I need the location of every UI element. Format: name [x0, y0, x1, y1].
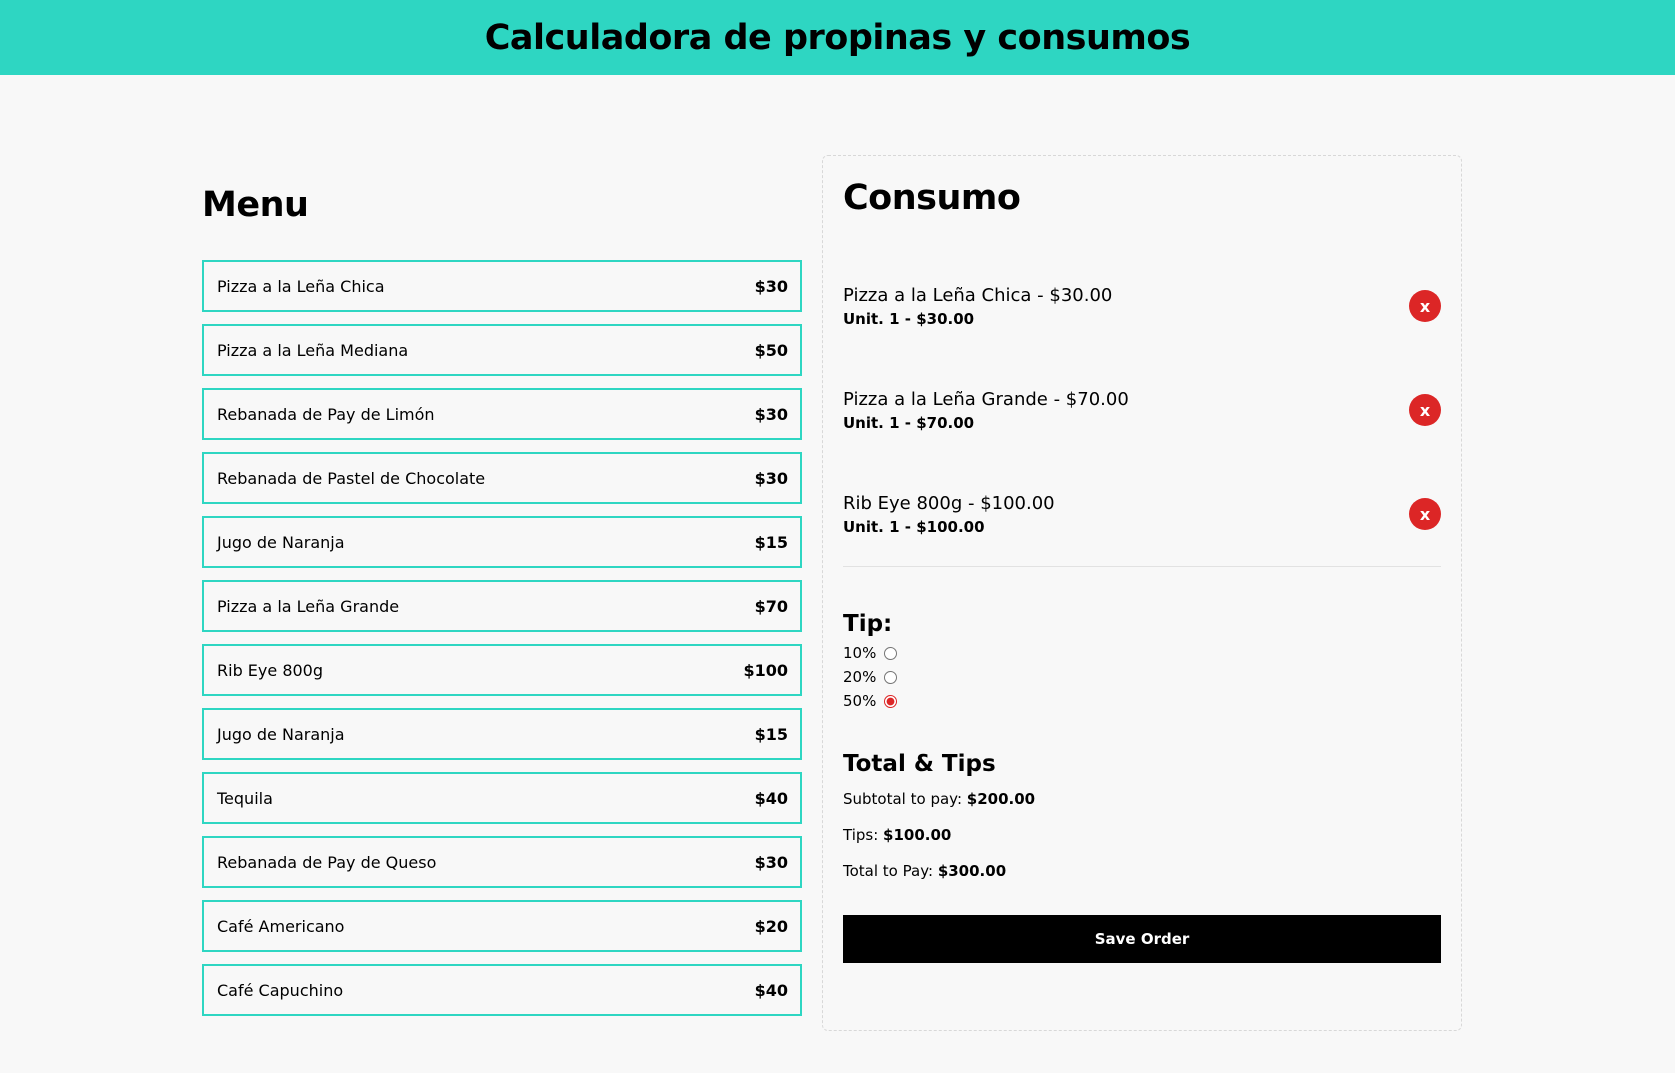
menu-item[interactable]: Café Capuchino $40	[202, 964, 802, 1016]
menu-item-price: $30	[754, 468, 788, 488]
menu-item-name: Rebanada de Pastel de Chocolate	[217, 468, 486, 488]
total-value: $300.00	[937, 862, 1007, 880]
total-label: Total to Pay:	[843, 862, 934, 880]
menu-section: Menu Pizza a la Leña Chica $30 Pizza a la…	[202, 168, 802, 1028]
menu-item-price: $15	[754, 724, 788, 744]
order-item-label: Rib Eye 800g - $100.00	[843, 492, 1055, 514]
tip-option-10[interactable]: 10%	[843, 641, 1441, 665]
app-header: Calculadora de propinas y consumos	[0, 0, 1675, 75]
tip-option-label: 50%	[843, 692, 877, 710]
order-item-label: Pizza a la Leña Chica - $30.00	[843, 284, 1113, 306]
menu-item-price: $50	[754, 340, 788, 360]
menu-item[interactable]: Jugo de Naranja $15	[202, 516, 802, 568]
menu-item-price: $30	[754, 404, 788, 424]
menu-item[interactable]: Rebanada de Pay de Limón $30	[202, 388, 802, 440]
tip-title: Tip:	[843, 611, 893, 637]
order-items: Pizza a la Leña Chica - $30.00 Unit. 1 -…	[843, 254, 1441, 567]
menu-item[interactable]: Pizza a la Leña Mediana $50	[202, 324, 802, 376]
remove-item-button[interactable]: x	[1409, 498, 1441, 530]
subtotal-label: Subtotal to pay:	[843, 790, 962, 808]
menu-list: Pizza a la Leña Chica $30 Pizza a la Leña…	[202, 260, 802, 1016]
menu-item[interactable]: Jugo de Naranja $15	[202, 708, 802, 760]
menu-item-name: Pizza a la Leña Mediana	[217, 340, 409, 360]
menu-item[interactable]: Pizza a la Leña Grande $70	[202, 580, 802, 632]
tips-label: Tips:	[843, 826, 879, 844]
order-item: Pizza a la Leña Chica - $30.00 Unit. 1 -…	[843, 254, 1441, 358]
tip-radio-20[interactable]	[884, 670, 898, 684]
remove-item-button[interactable]: x	[1409, 394, 1441, 426]
tips-row: Tips: $100.00	[843, 825, 1441, 861]
menu-item[interactable]: Rebanada de Pay de Queso $30	[202, 836, 802, 888]
totals-title: Total & Tips	[843, 751, 996, 777]
order-item-label: Pizza a la Leña Grande - $70.00	[843, 388, 1129, 410]
menu-item-price: $40	[754, 980, 788, 1000]
tip-section: Tip: 10% 20% 50%	[843, 611, 1441, 713]
menu-item-name: Rebanada de Pay de Limón	[217, 404, 435, 424]
tip-option-20[interactable]: 20%	[843, 665, 1441, 689]
tip-option-label: 10%	[843, 644, 877, 662]
tip-radio-10[interactable]	[884, 646, 898, 660]
menu-item[interactable]: Pizza a la Leña Chica $30	[202, 260, 802, 312]
tip-option-50[interactable]: 50%	[843, 689, 1441, 713]
menu-item-price: $30	[754, 276, 788, 296]
menu-item-name: Pizza a la Leña Chica	[217, 276, 385, 296]
menu-item[interactable]: Café Americano $20	[202, 900, 802, 952]
tip-option-label: 20%	[843, 668, 877, 686]
menu-item-name: Café Americano	[217, 916, 345, 936]
order-item-info: Pizza a la Leña Grande - $70.00 Unit. 1 …	[843, 389, 1129, 432]
menu-item[interactable]: Tequila $40	[202, 772, 802, 824]
subtotal-value: $200.00	[966, 790, 1036, 808]
subtotal-row: Subtotal to pay: $200.00	[843, 789, 1441, 825]
order-section: Consumo Pizza a la Leña Chica - $30.00 U…	[822, 155, 1462, 1031]
tip-radio-50[interactable]	[884, 694, 898, 708]
app-title: Calculadora de propinas y consumos	[484, 17, 1191, 58]
menu-item-price: $100	[743, 660, 788, 680]
order-item-unit: Unit. 1 - $100.00	[843, 517, 985, 536]
total-row: Total to Pay: $300.00	[843, 861, 1441, 897]
menu-item-name: Jugo de Naranja	[217, 532, 345, 552]
menu-item[interactable]: Rebanada de Pastel de Chocolate $30	[202, 452, 802, 504]
order-item-unit: Unit. 1 - $30.00	[843, 309, 975, 328]
order-item: Pizza a la Leña Grande - $70.00 Unit. 1 …	[843, 358, 1441, 462]
menu-item-price: $20	[754, 916, 788, 936]
menu-item-price: $40	[754, 788, 788, 808]
order-item-info: Rib Eye 800g - $100.00 Unit. 1 - $100.00	[843, 493, 1055, 536]
menu-item-name: Tequila	[217, 788, 273, 808]
tips-value: $100.00	[883, 826, 952, 844]
totals-section: Total & Tips Subtotal to pay: $200.00 Ti…	[843, 751, 1441, 897]
menu-item-name: Jugo de Naranja	[217, 724, 345, 744]
menu-item-name: Café Capuchino	[217, 980, 344, 1000]
menu-item-price: $30	[754, 852, 788, 872]
menu-item-price: $70	[754, 596, 788, 616]
order-item-unit: Unit. 1 - $70.00	[843, 413, 975, 432]
menu-item-name: Rib Eye 800g	[217, 660, 324, 680]
menu-item-name: Pizza a la Leña Grande	[217, 596, 400, 616]
menu-item-price: $15	[754, 532, 788, 552]
menu-item[interactable]: Rib Eye 800g $100	[202, 644, 802, 696]
order-item: Rib Eye 800g - $100.00 Unit. 1 - $100.00…	[843, 462, 1441, 566]
order-item-info: Pizza a la Leña Chica - $30.00 Unit. 1 -…	[843, 285, 1112, 328]
menu-item-name: Rebanada de Pay de Queso	[217, 852, 437, 872]
save-order-button[interactable]: Save Order	[843, 915, 1441, 963]
order-title: Consumo	[843, 178, 1021, 218]
menu-title: Menu	[202, 185, 309, 225]
remove-item-button[interactable]: x	[1409, 290, 1441, 322]
